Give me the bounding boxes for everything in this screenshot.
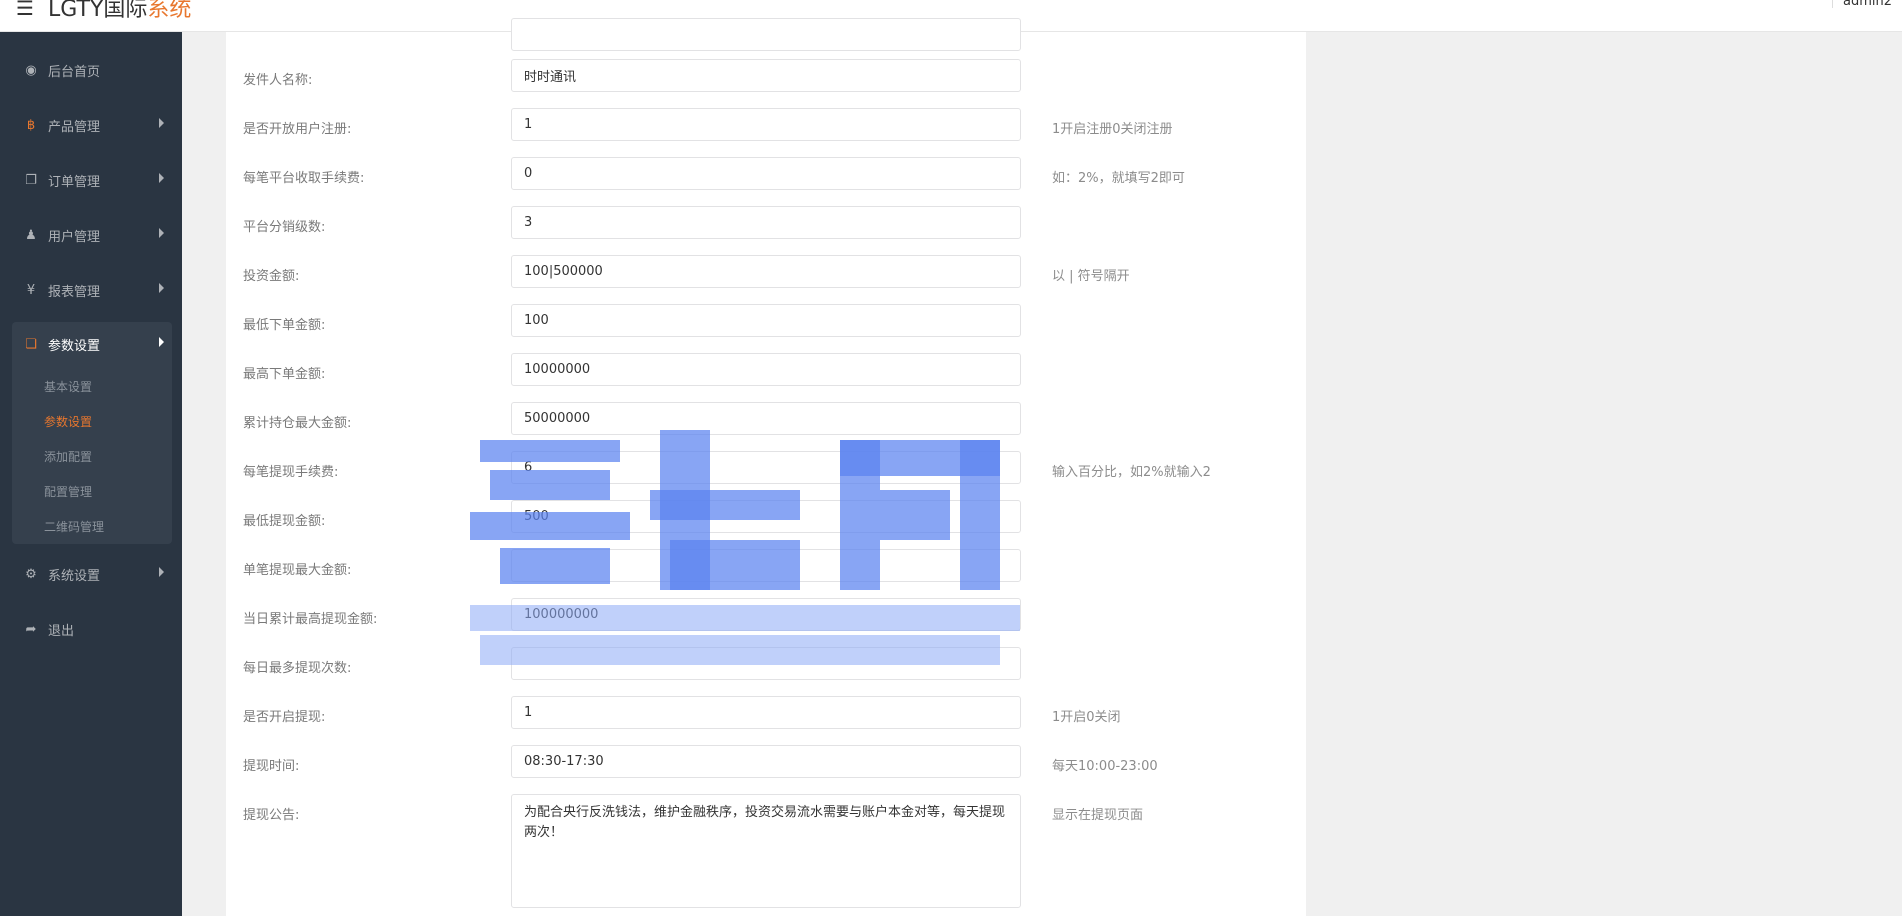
field-label: 当日累计最高提现金额: [243, 612, 378, 627]
daily-withdraw-count-field[interactable] [511, 647, 1021, 680]
withdraw-fee-field[interactable] [511, 451, 1021, 484]
withdraw-time-field[interactable] [511, 745, 1021, 778]
chevron-right-icon [159, 228, 164, 238]
withdraw-notice-textarea[interactable] [511, 794, 1021, 908]
field-label: 投资金额: [243, 269, 300, 284]
sidebar: ◉ 后台首页 ฿ 产品管理 ❐ 订单管理 ♟ 用户管理 ¥ 报表管理 ❏ 参数设… [0, 32, 182, 916]
user-icon: ♟ [25, 227, 37, 243]
platform-fee-field[interactable] [511, 157, 1021, 190]
brand-logo: LGTY国际系统 [48, 0, 191, 23]
sidebar-item-label: 后台首页 [48, 64, 101, 80]
sidebar-item-label: 用户管理 [48, 229, 101, 245]
field-hint: 显示在提现页面 [1052, 808, 1144, 823]
field-label: 每笔平台收取手续费: [243, 171, 365, 186]
field-label: 每日最多提现次数: [243, 661, 352, 676]
sidebar-item-dashboard[interactable]: ◉ 后台首页 [12, 48, 172, 92]
field-label: 最高下单金额: [243, 367, 326, 382]
sender-email-field[interactable] [511, 18, 1021, 51]
field-label: 是否开启提现: [243, 710, 326, 725]
submenu-item-qrcode[interactable]: 二维码管理 [44, 518, 104, 535]
field-label: 是否开放用户注册: [243, 122, 352, 137]
chevron-right-icon [159, 173, 164, 183]
sidebar-item-reports[interactable]: ¥ 报表管理 [12, 268, 172, 312]
field-label: 每笔提现手续费: [243, 465, 339, 480]
files-icon: ❏ [25, 336, 37, 352]
submenu-item-add-config[interactable]: 添加配置 [44, 448, 92, 465]
max-single-withdraw-field[interactable] [511, 549, 1021, 582]
field-hint: 1开启注册0关闭注册 [1052, 122, 1173, 137]
min-order-field[interactable] [511, 304, 1021, 337]
field-label: 单笔提现最大金额: [243, 563, 352, 578]
sidebar-item-logout[interactable]: ➦ 退出 [12, 607, 172, 651]
field-label: 发件人名称: [243, 73, 313, 88]
field-hint: 输入百分比，如2%就输入2 [1052, 465, 1211, 480]
max-order-field[interactable] [511, 353, 1021, 386]
hamburger-icon[interactable]: ☰ [16, 0, 34, 20]
bitcoin-icon: ฿ [26, 117, 36, 133]
chevron-right-icon [159, 567, 164, 577]
dashboard-icon: ◉ [25, 62, 37, 78]
main-panel: 发件人名称: 是否开放用户注册: 1开启注册0关闭注册 每笔平台收取手续费: 如… [226, 18, 1306, 916]
submenu-item-basic[interactable]: 基本设置 [44, 378, 92, 395]
gears-icon: ⚙ [25, 566, 37, 582]
sender-name-field[interactable] [511, 59, 1021, 92]
sidebar-item-params[interactable]: ❏ 参数设置 [12, 322, 172, 366]
sidebar-item-orders[interactable]: ❐ 订单管理 [12, 158, 172, 202]
chevron-right-icon [159, 283, 164, 293]
sidebar-item-label: 订单管理 [48, 174, 101, 190]
max-position-field[interactable] [511, 402, 1021, 435]
field-hint: 每天10:00-23:00 [1052, 759, 1158, 774]
field-hint: 1开启0关闭 [1052, 710, 1121, 725]
field-hint: 以 | 符号隔开 [1052, 269, 1130, 284]
field-label: 最低下单金额: [243, 318, 326, 333]
sidebar-submenu-params: ❏ 参数设置 基本设置 参数设置 添加配置 配置管理 二维码管理 [12, 322, 172, 544]
brand-main-text: LGTY国际 [48, 0, 148, 22]
yen-icon: ¥ [26, 282, 36, 298]
distribution-levels-field[interactable] [511, 206, 1021, 239]
field-label: 提现公告: [243, 808, 300, 823]
invest-amount-field[interactable] [511, 255, 1021, 288]
submenu-item-config-manage[interactable]: 配置管理 [44, 483, 92, 500]
sidebar-item-label: 系统设置 [48, 568, 101, 584]
submenu-item-params[interactable]: 参数设置 [44, 413, 92, 430]
chevron-right-icon [159, 337, 164, 347]
daily-max-withdraw-field[interactable] [511, 598, 1021, 631]
copy-icon: ❐ [25, 172, 37, 188]
withdraw-enabled-field[interactable] [511, 696, 1021, 729]
sidebar-item-system[interactable]: ⚙ 系统设置 [12, 552, 172, 596]
sidebar-item-label: 退出 [48, 623, 75, 639]
sign-out-icon: ➦ [25, 621, 37, 637]
field-label: 最低提现金额: [243, 514, 326, 529]
field-label: 累计持仓最大金额: [243, 416, 352, 431]
user-menu[interactable]: admin2 [1832, 0, 1902, 8]
brand-highlight-text: 系统 [147, 0, 192, 22]
field-label: 提现时间: [243, 759, 300, 774]
field-label: 平台分销级数: [243, 220, 326, 235]
sidebar-item-label: 产品管理 [48, 119, 101, 135]
chevron-right-icon [159, 118, 164, 128]
min-withdraw-field[interactable] [511, 500, 1021, 533]
sidebar-item-label: 报表管理 [48, 284, 101, 300]
sidebar-item-label: 参数设置 [48, 338, 101, 354]
register-open-field[interactable] [511, 108, 1021, 141]
field-hint: 如：2%，就填写2即可 [1052, 171, 1185, 186]
sidebar-item-products[interactable]: ฿ 产品管理 [12, 103, 172, 147]
sidebar-item-users[interactable]: ♟ 用户管理 [12, 213, 172, 257]
